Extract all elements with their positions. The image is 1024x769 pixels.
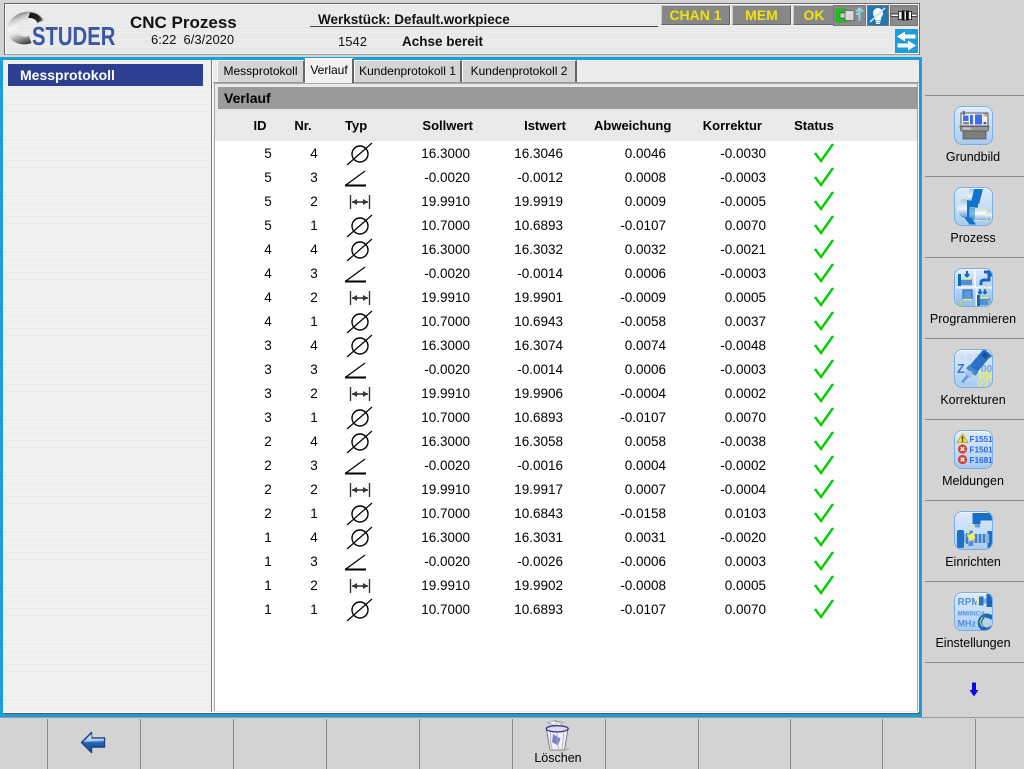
svg-text:F1681: F1681 xyxy=(970,456,994,465)
svg-text:Z: Z xyxy=(957,362,965,376)
svg-text:F1501: F1501 xyxy=(970,445,994,454)
svg-text:F1551: F1551 xyxy=(970,435,994,444)
svg-text:µ01: µ01 xyxy=(977,378,994,389)
svg-text:MHz: MHz xyxy=(958,619,977,629)
svg-text:RPM: RPM xyxy=(958,597,980,608)
